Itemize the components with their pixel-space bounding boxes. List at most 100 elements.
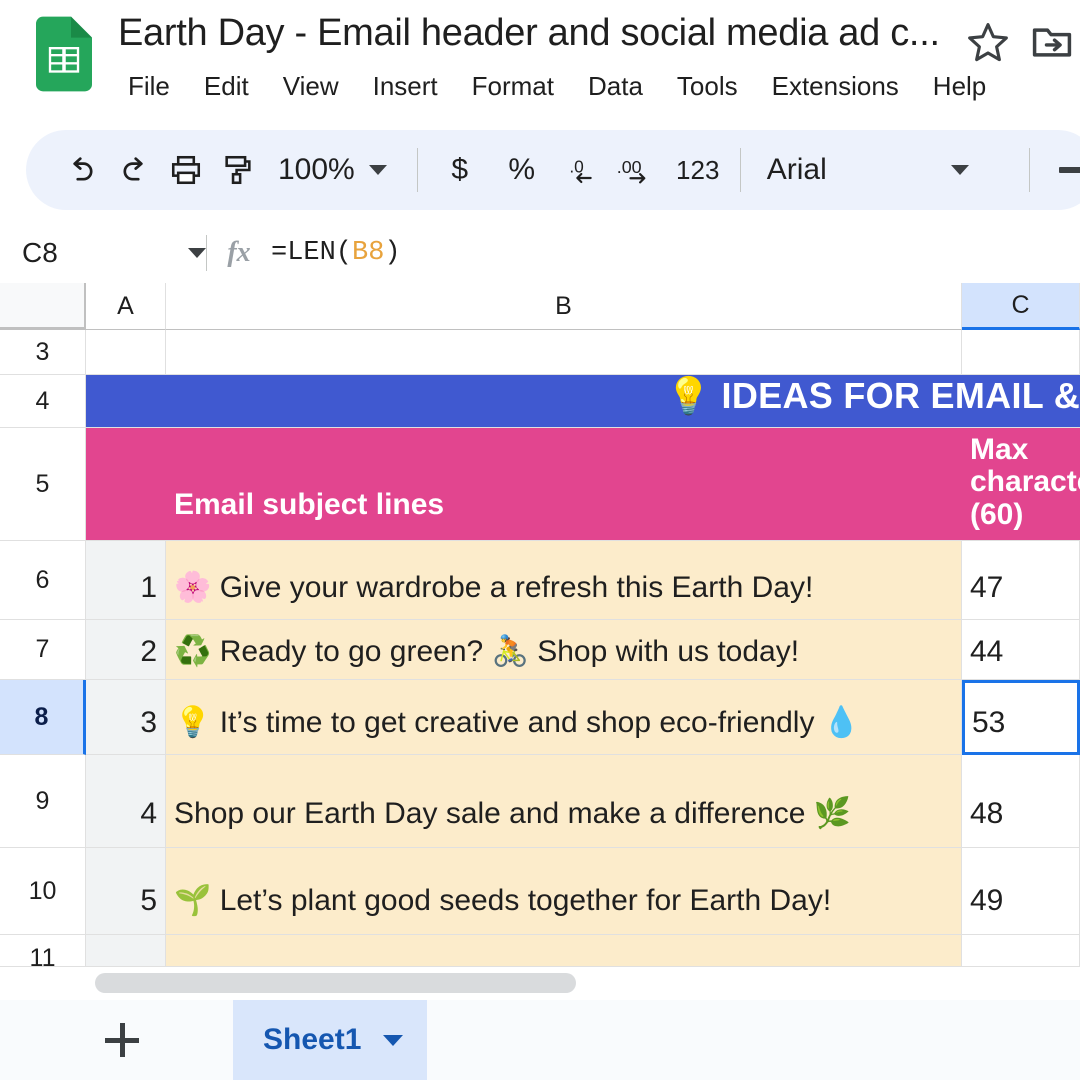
cell-b8[interactable]: 💡 It’s time to get creative and shop eco… (166, 680, 962, 755)
google-sheets-icon (36, 16, 92, 92)
cell-b7[interactable]: ♻️ Ready to go green? 🚴 Shop with us tod… (166, 620, 962, 680)
svg-text:.00: .00 (616, 157, 641, 177)
cell-a8-value: 3 (140, 706, 157, 739)
decrease-decimal-icon: .0 (569, 157, 592, 184)
cell-b4-banner[interactable]: 💡 IDEAS FOR EMAIL & (86, 375, 1080, 428)
cell-b10-value: 🌱 Let’s plant good seeds together for Ea… (174, 884, 832, 917)
row-header-7[interactable]: 7 (0, 620, 86, 680)
cell-c5[interactable]: Max characte (60) (962, 428, 1080, 541)
percent-format-button[interactable]: % (496, 144, 548, 196)
menu-item-edit[interactable]: Edit (187, 66, 266, 106)
column-c-header-line-2: characte (970, 465, 1080, 499)
cell-b6[interactable]: 🌸 Give your wardrobe a refresh this Eart… (166, 541, 962, 620)
row-header-8[interactable]: 8 (0, 680, 86, 755)
toolbar-container: 100% $ % .0 .00 123 Arial (0, 126, 1080, 218)
cell-a3[interactable] (86, 330, 166, 375)
formula-input[interactable]: =LEN(B8) (271, 238, 401, 268)
cell-c6-value: 47 (970, 571, 1004, 604)
row-header-3[interactable]: 3 (0, 330, 86, 375)
redo-button[interactable] (108, 144, 160, 196)
row-header-10[interactable]: 10 (0, 848, 86, 935)
row-header-5[interactable]: 5 (0, 428, 86, 541)
horizontal-scrollbar[interactable] (0, 966, 1080, 1000)
cell-c6[interactable]: 47 (962, 541, 1080, 620)
cell-b10[interactable]: 🌱 Let’s plant good seeds together for Ea… (166, 848, 962, 935)
chevron-down-icon[interactable] (383, 1034, 404, 1046)
formula-cell-reference: B8 (352, 237, 385, 268)
horizontal-scrollbar-thumb[interactable] (95, 973, 576, 993)
menu-item-file[interactable]: File (118, 66, 187, 106)
zoom-selector[interactable]: 100% (264, 144, 401, 196)
document-title[interactable]: Earth Day - Email header and social medi… (118, 12, 940, 55)
cell-a10-value: 5 (140, 884, 157, 917)
increase-decimal-button[interactable]: .00 (610, 144, 662, 196)
sheet-tab-label: Sheet1 (263, 1023, 362, 1056)
toolbar: 100% $ % .0 .00 123 Arial (26, 130, 1080, 210)
menu-item-view[interactable]: View (266, 66, 356, 106)
minus-icon (1058, 167, 1080, 173)
cell-b3[interactable] (166, 330, 962, 375)
chevron-down-icon[interactable] (188, 247, 206, 258)
decrease-font-size-button[interactable] (1046, 144, 1080, 196)
all-sheets-button[interactable] (159, 1000, 233, 1080)
row-header-4[interactable]: 4 (0, 375, 86, 428)
cell-a7-value: 2 (140, 635, 157, 668)
formula-prefix: =LEN( (271, 237, 353, 268)
add-sheet-button[interactable] (85, 1000, 159, 1080)
row-header-6[interactable]: 6 (0, 541, 86, 620)
banner-title: 💡 IDEAS FOR EMAIL & (666, 375, 1080, 416)
cell-a8[interactable]: 3 (86, 680, 166, 755)
horizontal-scrollbar-track[interactable] (0, 967, 1080, 1000)
font-family-label: Arial (766, 153, 827, 186)
star-icon[interactable] (966, 20, 1010, 64)
column-header-c[interactable]: C (962, 283, 1080, 330)
cell-c7-value: 44 (970, 635, 1004, 668)
formula-bar: C8 fx =LEN(B8) (0, 222, 1080, 283)
undo-icon (73, 157, 93, 181)
cell-a5[interactable] (86, 428, 166, 541)
cell-a6-value: 1 (140, 571, 157, 604)
column-header-b[interactable]: B (166, 283, 962, 330)
sheet-tab-bar: Sheet1 (0, 1000, 1080, 1080)
menu-item-data[interactable]: Data (571, 66, 660, 106)
cell-a9-value: 4 (140, 797, 157, 830)
currency-format-button[interactable]: $ (434, 144, 486, 196)
chevron-down-icon (368, 165, 387, 175)
cell-a7[interactable]: 2 (86, 620, 166, 680)
print-button[interactable] (160, 144, 212, 196)
cell-c10-value: 49 (970, 884, 1004, 917)
cell-b9[interactable]: Shop our Earth Day sale and make a diffe… (166, 755, 962, 848)
font-family-selector[interactable]: Arial (757, 144, 1013, 196)
toolbar-divider-1 (416, 148, 418, 192)
column-header-row: A B C (0, 283, 1080, 330)
column-c-header-line-1: Max (970, 433, 1029, 466)
cell-c7[interactable]: 44 (962, 620, 1080, 680)
name-box[interactable]: C8 (0, 222, 206, 283)
menu-item-insert[interactable]: Insert (356, 66, 455, 106)
chevron-down-icon (950, 165, 969, 175)
menu-item-tools[interactable]: Tools (660, 66, 755, 106)
menu-item-extensions[interactable]: Extensions (755, 66, 916, 106)
spreadsheet-grid[interactable]: A B C 3 4 5 6 7 8 9 10 11 💡 IDEAS FOR EM… (0, 283, 1080, 983)
menu-item-help[interactable]: Help (916, 66, 1003, 106)
cell-c3[interactable] (962, 330, 1080, 375)
paint-format-button[interactable] (212, 144, 264, 196)
sheet-tab-sheet1[interactable]: Sheet1 (233, 1000, 428, 1080)
cell-a10[interactable]: 5 (86, 848, 166, 935)
cell-c10[interactable]: 49 (962, 848, 1080, 935)
select-all-corner[interactable] (0, 283, 86, 330)
cell-a6[interactable]: 1 (86, 541, 166, 620)
cell-a9[interactable]: 4 (86, 755, 166, 848)
more-formats-button[interactable]: 123 (672, 144, 724, 196)
undo-button[interactable] (56, 144, 108, 196)
cell-c9[interactable]: 48 (962, 755, 1080, 848)
menu-item-format[interactable]: Format (455, 66, 571, 106)
cell-c8[interactable]: 53 (962, 680, 1080, 755)
column-header-a[interactable]: A (86, 283, 166, 330)
decrease-decimal-button[interactable]: .0 (558, 144, 610, 196)
cell-b5[interactable]: Email subject lines (166, 428, 962, 541)
column-c-header-line-3: (60) (970, 497, 1024, 531)
row-header-9[interactable]: 9 (0, 755, 86, 848)
paint-format-icon (225, 155, 251, 185)
move-to-folder-icon[interactable] (1030, 20, 1074, 64)
